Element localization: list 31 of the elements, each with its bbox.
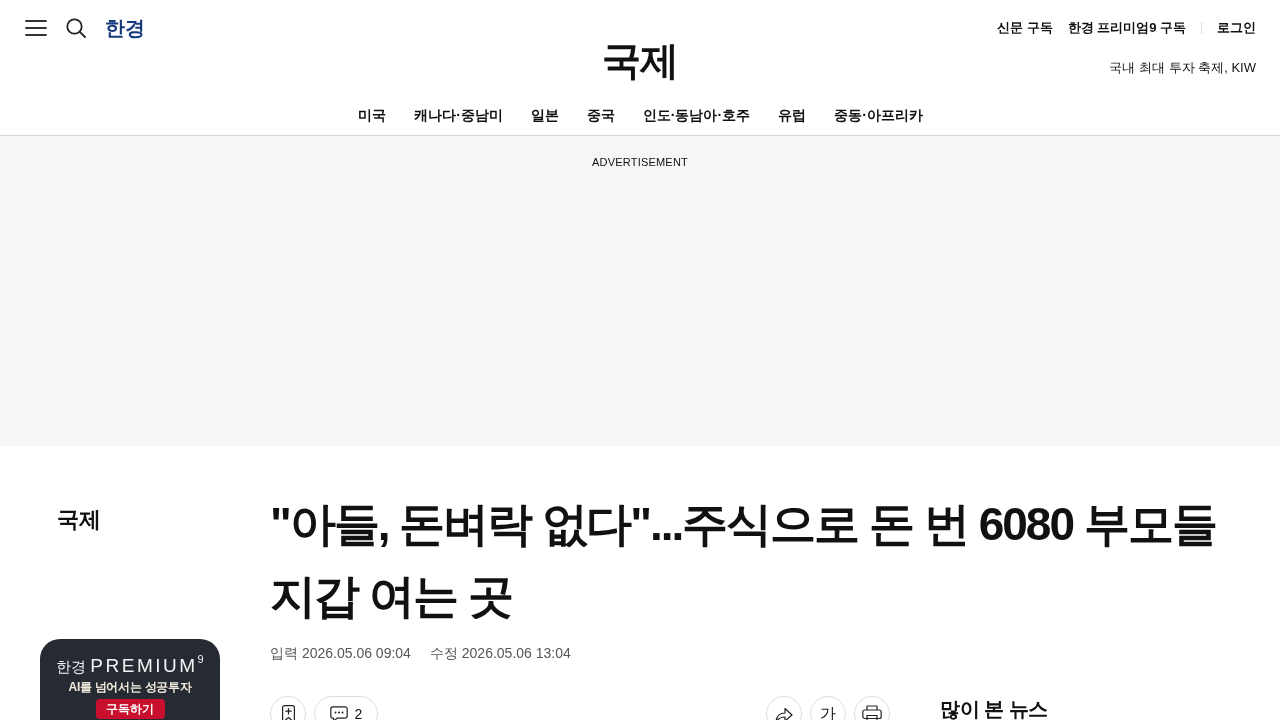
- header-link[interactable]: 신문 구독: [996, 16, 1053, 40]
- promo-tagline: AI를 넘어서는 성공투자: [68, 679, 192, 695]
- site-logo[interactable]: 한경: [105, 16, 144, 40]
- nav-link[interactable]: 일본: [530, 105, 559, 125]
- published-time: 입력 2026.05.06 09:04: [270, 644, 411, 663]
- nav-link[interactable]: 인도·동남아·호주: [642, 105, 751, 125]
- ad-label: ADVERTISEMENT: [592, 155, 688, 169]
- brand-name: 한경: [56, 657, 87, 677]
- nav-link[interactable]: 중국: [586, 105, 615, 125]
- comments-button[interactable]: 2: [314, 696, 378, 720]
- printer-icon: [862, 705, 882, 720]
- bookmark-plus-icon: [281, 704, 295, 720]
- speech-bubble-icon: [329, 706, 348, 720]
- login-link[interactable]: 로그인: [1217, 16, 1256, 40]
- menu-icon[interactable]: [25, 20, 47, 36]
- modified-time: 수정 2026.05.06 13:04: [429, 644, 571, 663]
- font-size-button[interactable]: 가: [810, 696, 846, 720]
- header-link[interactable]: 한경 프리미엄9 구독: [1067, 16, 1186, 40]
- share-arrow-icon: [775, 705, 793, 720]
- nav-link[interactable]: 캐나다·중남미: [414, 105, 503, 125]
- premium-wordmark: PREMIUM$^{9}$: [90, 654, 204, 678]
- promo-link[interactable]: 국내 최대 투자 축제, KIW: [1109, 58, 1256, 78]
- nav-link[interactable]: 유럽: [778, 105, 807, 125]
- nav-link[interactable]: 중동·아프리카: [834, 105, 923, 125]
- article-headline: "아들, 돈벼락 없다"...주식으로 돈 번 6080 부모들 지갑 여는 곳: [270, 497, 1217, 624]
- subscribe-button[interactable]: 구독하기: [95, 699, 165, 719]
- nav-link[interactable]: 미국: [358, 105, 387, 125]
- search-icon[interactable]: [66, 18, 86, 38]
- section-title: 국제: [602, 38, 678, 84]
- most-read-heading: 많이 본 뉴스: [940, 699, 1048, 719]
- section-heading: 국제: [57, 506, 100, 534]
